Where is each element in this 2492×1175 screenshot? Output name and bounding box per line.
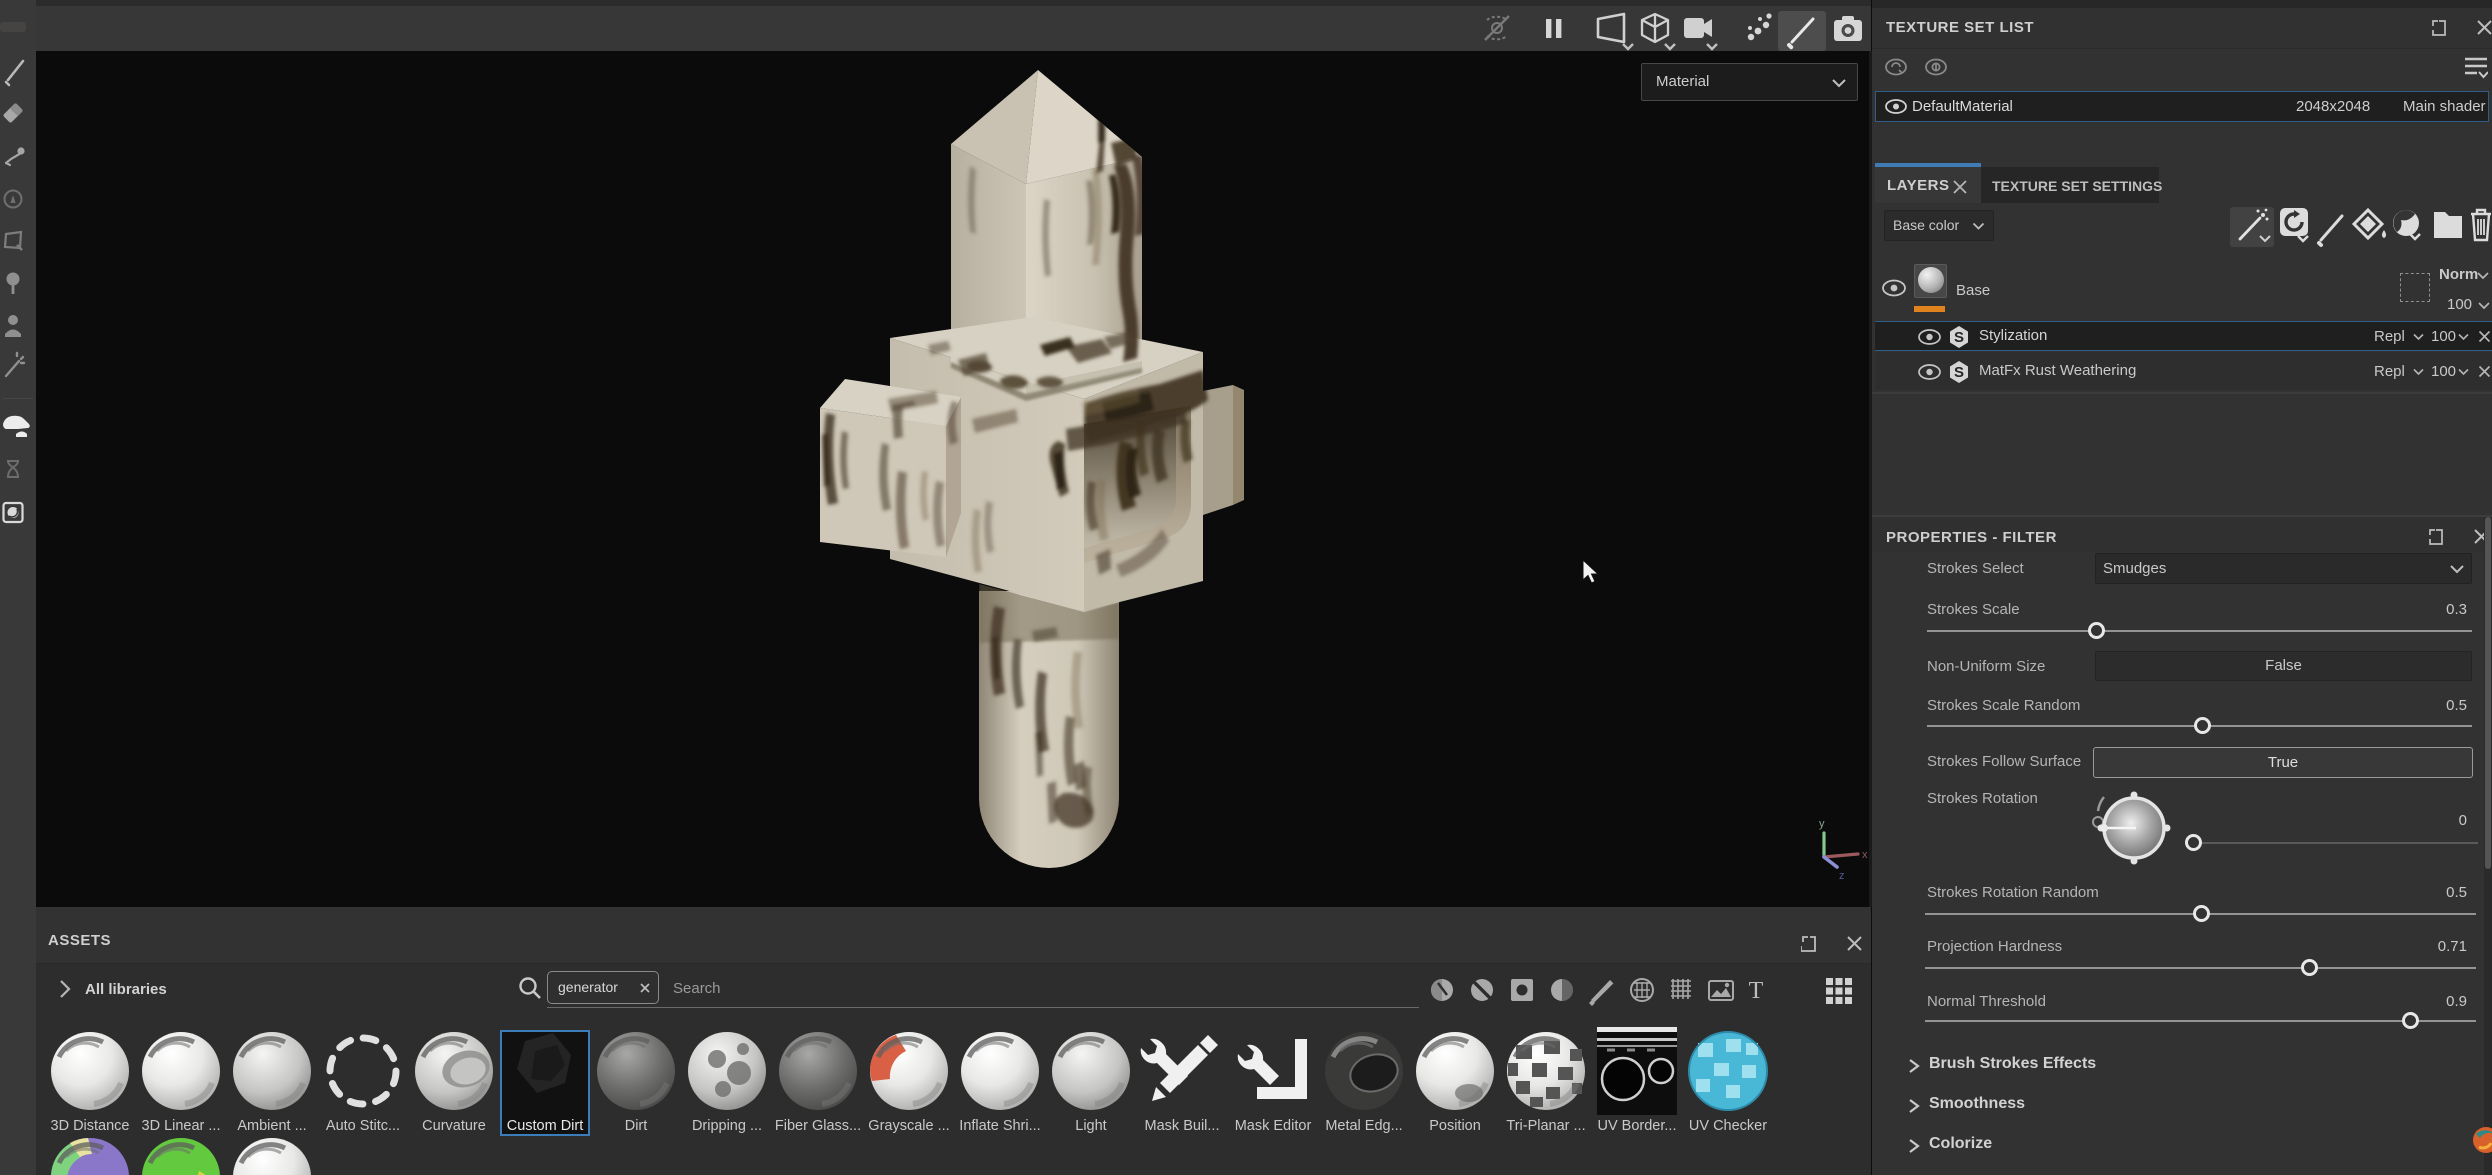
svg-text:S: S bbox=[1954, 364, 1964, 381]
svg-text:Auto Stitc...: Auto Stitc... bbox=[326, 1118, 400, 1134]
svg-text:z: z bbox=[1839, 870, 1845, 882]
svg-text:Dripping ...: Dripping ... bbox=[692, 1118, 762, 1134]
svg-text:3D Distance: 3D Distance bbox=[51, 1118, 130, 1134]
svg-text:Inflate Shri...: Inflate Shri... bbox=[959, 1118, 1040, 1134]
svg-text:Grayscale ...: Grayscale ... bbox=[868, 1118, 949, 1134]
svg-text:3D Linear ...: 3D Linear ... bbox=[142, 1118, 221, 1134]
svg-text:Tri-Planar ...: Tri-Planar ... bbox=[1506, 1118, 1585, 1134]
svg-text:Metal Edg...: Metal Edg... bbox=[1325, 1118, 1402, 1134]
svg-text:S: S bbox=[1954, 329, 1964, 346]
svg-text:Light: Light bbox=[1075, 1118, 1106, 1134]
svg-text:Mask Editor: Mask Editor bbox=[1235, 1118, 1312, 1134]
svg-text:Fiber Glass...: Fiber Glass... bbox=[775, 1118, 861, 1134]
svg-text:Curvature: Curvature bbox=[422, 1118, 486, 1134]
svg-text:T: T bbox=[1749, 978, 1764, 1004]
svg-text:x: x bbox=[1862, 849, 1868, 861]
svg-text:Ambient ...: Ambient ... bbox=[237, 1118, 306, 1134]
svg-text:Dirt: Dirt bbox=[625, 1118, 648, 1134]
svg-text:Mask Buil...: Mask Buil... bbox=[1145, 1118, 1220, 1134]
svg-text:UV Border...: UV Border... bbox=[1598, 1118, 1677, 1134]
svg-text:y: y bbox=[1819, 818, 1825, 830]
svg-text:Position: Position bbox=[1429, 1118, 1481, 1134]
svg-text:UV Checker: UV Checker bbox=[1689, 1118, 1767, 1134]
svg-text:Custom Dirt: Custom Dirt bbox=[507, 1118, 584, 1134]
